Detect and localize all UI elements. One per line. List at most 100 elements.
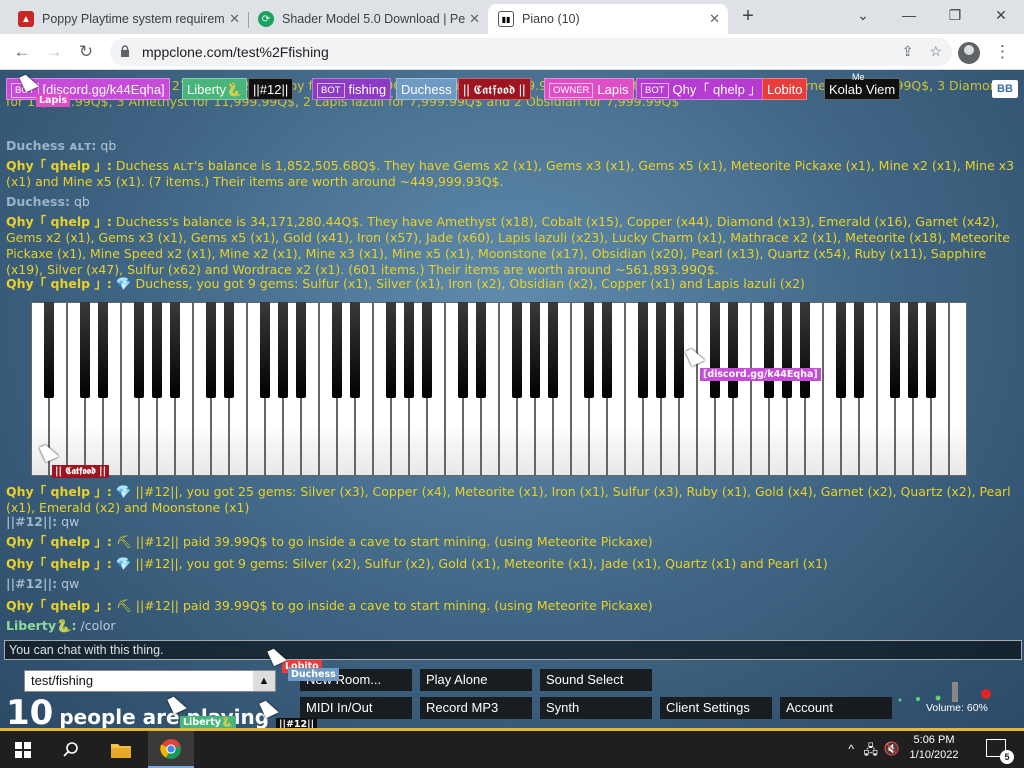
- profile-avatar[interactable]: [958, 42, 980, 64]
- midi-button[interactable]: MIDI In/Out: [300, 697, 412, 719]
- black-key[interactable]: [151, 302, 163, 398]
- chat-message: Qhy「 qhelp 」: 💎 ||#12||, you got 9 gems:…: [6, 556, 1018, 572]
- black-key[interactable]: [799, 302, 811, 398]
- chat-text: ⛏ ||#12|| paid 39.99Q$ to go inside a ca…: [115, 534, 653, 549]
- chat-text: ⛏ ||#12|| paid 39.99Q$ to go inside a ca…: [115, 598, 653, 613]
- minimize-button[interactable]: —: [886, 0, 932, 30]
- chevron-up-icon[interactable]: ^: [848, 742, 854, 756]
- black-key[interactable]: [853, 302, 865, 398]
- tab-search-chevron-icon[interactable]: ⌄: [840, 0, 886, 30]
- black-key[interactable]: [133, 302, 145, 398]
- volume-knob[interactable]: Volume: 60%: [898, 668, 1010, 722]
- play-alone-button[interactable]: Play Alone: [420, 669, 532, 691]
- new-tab-button[interactable]: +: [737, 6, 759, 28]
- black-key[interactable]: [457, 302, 469, 398]
- participant-name: fishing: [348, 82, 387, 97]
- participant-badge[interactable]: OWNER Lapis: [544, 78, 634, 100]
- black-key[interactable]: [205, 302, 217, 398]
- black-key[interactable]: [277, 302, 289, 398]
- black-key[interactable]: [97, 302, 109, 398]
- black-key[interactable]: [421, 302, 433, 398]
- black-key[interactable]: [655, 302, 667, 398]
- reload-icon[interactable]: ↻: [74, 40, 98, 64]
- tab-piano[interactable]: ▮▮ Piano (10) ✕: [488, 4, 728, 34]
- black-key[interactable]: [223, 302, 235, 398]
- black-key[interactable]: [529, 302, 541, 398]
- tab-favicon-icon: ▲: [18, 11, 34, 27]
- participant-tag: BOT: [317, 83, 345, 98]
- synth-button[interactable]: Synth: [540, 697, 652, 719]
- black-key[interactable]: [295, 302, 307, 398]
- participant-badge[interactable]: BOT fishing: [312, 78, 392, 100]
- windows-start-icon[interactable]: [0, 731, 46, 768]
- participant-badge[interactable]: || 𝕮𝖆𝖙𝖋𝖔𝖔𝖉 ||: [458, 78, 531, 100]
- black-key[interactable]: [547, 302, 559, 398]
- record-mp3-button[interactable]: Record MP3: [420, 697, 532, 719]
- file-explorer-icon[interactable]: [98, 731, 144, 768]
- participant-badge[interactable]: Liberty🐍: [182, 78, 248, 100]
- black-key[interactable]: [169, 302, 181, 398]
- client-settings-button[interactable]: Client Settings: [660, 697, 772, 719]
- chat-author: Qhy「 qhelp 」:: [6, 534, 112, 549]
- black-key[interactable]: [889, 302, 901, 398]
- black-key[interactable]: [709, 302, 721, 398]
- white-key[interactable]: [949, 302, 967, 476]
- volume-slider-icon: [898, 682, 991, 702]
- bb-button[interactable]: BB: [992, 80, 1018, 98]
- menu-dots-icon[interactable]: ⋮: [994, 42, 1011, 62]
- participant-badge[interactable]: Duchess: [396, 78, 457, 100]
- browser-tab-bar: ▲ Poppy Playtime system requirem ✕ ⟳ Sha…: [0, 0, 1024, 34]
- back-icon[interactable]: ←: [10, 40, 34, 64]
- room-select[interactable]: test/fishing ▲: [24, 670, 276, 692]
- piano-keyboard[interactable]: [31, 302, 967, 476]
- tab-shader-model[interactable]: ⟳ Shader Model 5.0 Download | Pe ✕: [248, 4, 488, 34]
- sound-select-button[interactable]: Sound Select: [540, 669, 652, 691]
- black-key[interactable]: [331, 302, 343, 398]
- black-key[interactable]: [835, 302, 847, 398]
- lock-icon: [121, 45, 129, 57]
- participant-tag: BOT: [641, 83, 669, 98]
- cursor-label-duchess: Duchess: [288, 668, 339, 681]
- black-key[interactable]: [511, 302, 523, 398]
- black-key[interactable]: [727, 302, 739, 398]
- address-bar[interactable]: mppclone.com/test%2Ffishing ⇪ ☆: [110, 38, 952, 66]
- black-key[interactable]: [925, 302, 937, 398]
- chat-author: Qhy「 qhelp 」:: [6, 158, 112, 173]
- bookmark-star-icon[interactable]: ☆: [929, 43, 942, 60]
- black-key[interactable]: [475, 302, 487, 398]
- black-key[interactable]: [583, 302, 595, 398]
- tab-close-icon[interactable]: ✕: [229, 11, 240, 27]
- close-window-button[interactable]: ✕: [978, 0, 1024, 30]
- black-key[interactable]: [907, 302, 919, 398]
- network-icon[interactable]: 🖧: [864, 741, 879, 763]
- chat-input[interactable]: You can chat with this thing.: [4, 640, 1022, 660]
- black-key[interactable]: [763, 302, 775, 398]
- search-icon[interactable]: [48, 731, 94, 768]
- black-key[interactable]: [781, 302, 793, 398]
- black-key[interactable]: [43, 302, 55, 398]
- participant-badge[interactable]: ||#12||: [248, 78, 294, 100]
- tab-close-icon[interactable]: ✕: [709, 11, 720, 27]
- tab-close-icon[interactable]: ✕: [469, 11, 480, 27]
- forward-icon[interactable]: →: [42, 40, 66, 64]
- chevron-up-icon[interactable]: ▲: [253, 671, 275, 691]
- restore-button[interactable]: ❐: [932, 0, 978, 30]
- black-key[interactable]: [601, 302, 613, 398]
- participant-name: Kolab Viem: [829, 82, 896, 97]
- black-key[interactable]: [403, 302, 415, 398]
- account-button[interactable]: Account: [780, 697, 892, 719]
- tab-title: Poppy Playtime system requirem: [42, 12, 225, 26]
- black-key[interactable]: [385, 302, 397, 398]
- volume-muted-icon[interactable]: 🔇: [884, 741, 900, 757]
- participant-badge[interactable]: Lobito: [762, 78, 808, 100]
- black-key[interactable]: [259, 302, 271, 398]
- black-key[interactable]: [79, 302, 91, 398]
- tab-poppy-playtime[interactable]: ▲ Poppy Playtime system requirem ✕: [8, 4, 248, 34]
- black-key[interactable]: [637, 302, 649, 398]
- share-icon[interactable]: ⇪: [902, 43, 914, 60]
- black-key[interactable]: [349, 302, 361, 398]
- clock[interactable]: 5:06 PM 1/10/2022: [902, 734, 966, 761]
- black-key[interactable]: [673, 302, 685, 398]
- chrome-taskbar-icon[interactable]: [148, 731, 194, 768]
- participant-badge[interactable]: BOT Qhy「 qhelp 」: [636, 78, 767, 100]
